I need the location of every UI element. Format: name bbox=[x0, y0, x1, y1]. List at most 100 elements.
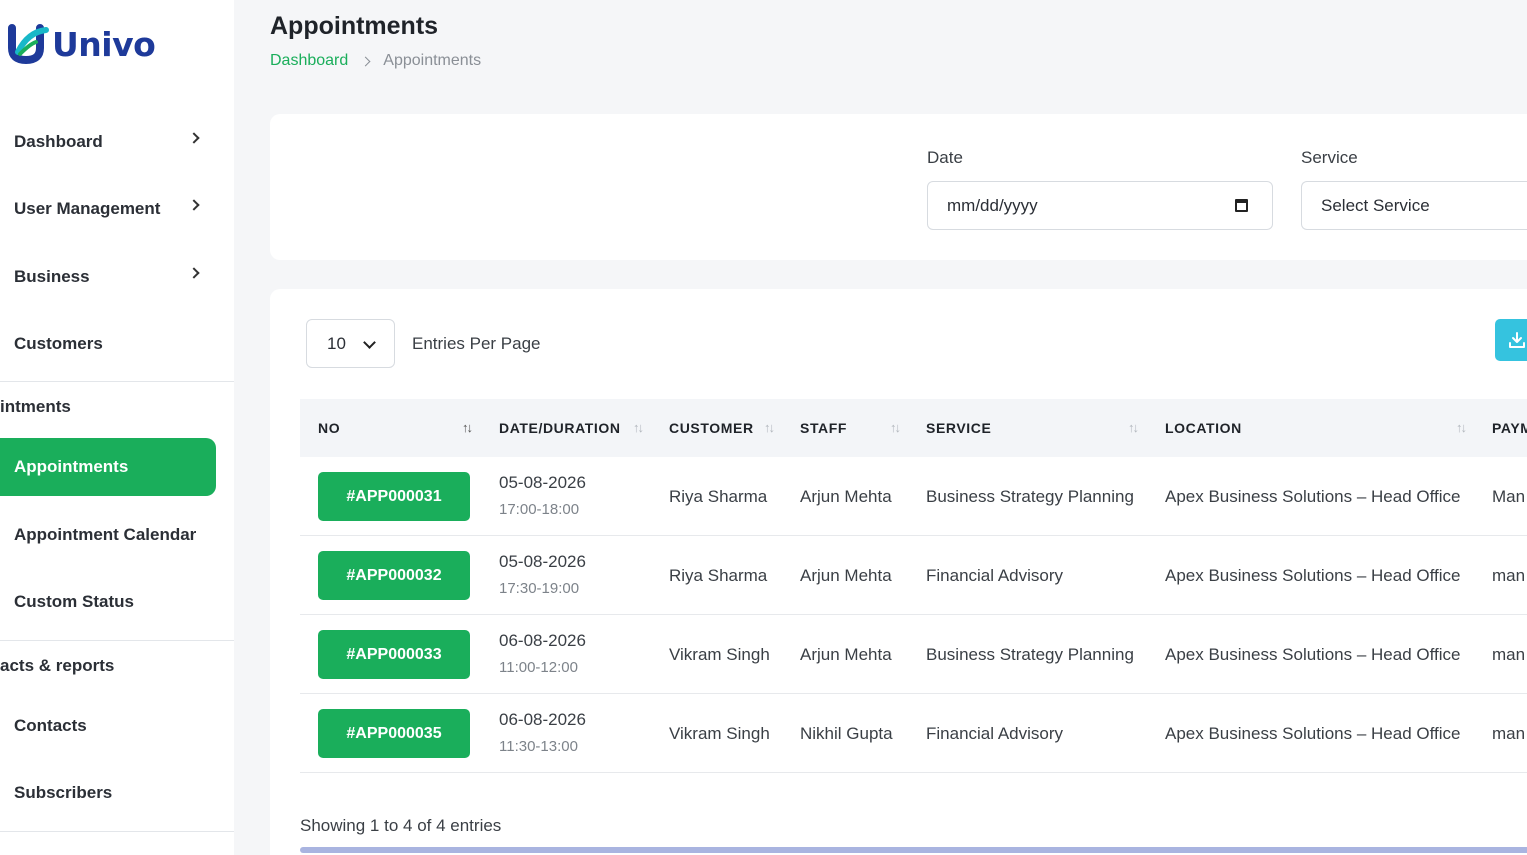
entries-per-page-label: Entries Per Page bbox=[412, 334, 541, 353]
sidebar-item-label: Appointments bbox=[14, 457, 129, 476]
staff-cell: Arjun Mehta bbox=[800, 487, 892, 506]
horizontal-scrollbar[interactable] bbox=[300, 847, 1527, 853]
appointment-date: 06-08-2026 bbox=[499, 631, 586, 650]
column-header-service[interactable]: SERVICE bbox=[926, 399, 991, 457]
sort-icon[interactable]: ↑↓ bbox=[462, 420, 473, 435]
sidebar-item-subscribers[interactable]: Subscribers bbox=[14, 773, 234, 813]
sidebar-item-contacts[interactable]: Contacts bbox=[14, 706, 234, 746]
sort-icon[interactable]: ↑↓ bbox=[1456, 420, 1467, 435]
staff-cell: Arjun Mehta bbox=[800, 645, 892, 664]
breadcrumb-home-link[interactable]: Dashboard bbox=[270, 52, 348, 70]
download-icon bbox=[1509, 332, 1525, 348]
appointments-table-card: 10 Entries Per Page NO ↑↓ DATE/DURATION … bbox=[270, 289, 1527, 855]
logo-mark-icon bbox=[7, 24, 49, 65]
column-header-payment[interactable]: PAYM bbox=[1492, 399, 1527, 457]
location-cell: Apex Business Solutions – Head Office bbox=[1165, 487, 1461, 506]
chevron-right-icon bbox=[188, 132, 200, 144]
brand-name: Univo bbox=[52, 24, 156, 64]
sidebar-item-user-management[interactable]: User Management bbox=[14, 189, 234, 229]
payment-cell: man bbox=[1492, 645, 1526, 664]
sidebar-divider bbox=[0, 640, 234, 641]
sidebar-item-label: Custom Status bbox=[14, 592, 134, 611]
payment-cell: Man bbox=[1492, 487, 1526, 506]
entries-per-page-select[interactable]: 10 bbox=[306, 319, 395, 368]
table-header: NO ↑↓ DATE/DURATION ↑↓ CUSTOMER ↑↓ STAFF… bbox=[300, 399, 1527, 457]
date-filter-input[interactable]: mm/dd/yyyy bbox=[927, 181, 1273, 230]
sidebar-item-customers[interactable]: Customers bbox=[14, 324, 234, 364]
sidebar-section-contacts: acts & reports bbox=[0, 656, 115, 675]
breadcrumb: Dashboard Appointments bbox=[270, 52, 481, 70]
date-filter-label: Date bbox=[927, 148, 963, 167]
appointment-duration: 11:30-13:00 bbox=[499, 738, 578, 755]
sort-icon[interactable]: ↑↓ bbox=[633, 420, 644, 435]
column-header-location[interactable]: LOCATION bbox=[1165, 399, 1242, 457]
service-select-value: Select Service bbox=[1321, 195, 1430, 215]
sidebar-item-label: Business bbox=[14, 267, 90, 286]
appointment-date: 06-08-2026 bbox=[499, 710, 586, 729]
sidebar-divider bbox=[0, 831, 234, 832]
sidebar: Univo Dashboard User Management Business… bbox=[0, 0, 234, 855]
filter-card: Date mm/dd/yyyy Service Select Service bbox=[270, 114, 1527, 260]
location-cell: Apex Business Solutions – Head Office bbox=[1165, 724, 1461, 743]
appointment-id-badge[interactable]: #APP000035 bbox=[318, 709, 470, 758]
sort-icon[interactable]: ↑↓ bbox=[1128, 420, 1139, 435]
staff-cell: Nikhil Gupta bbox=[800, 724, 893, 743]
table-row: #APP000032 05-08-2026 17:30-19:00 Riya S… bbox=[300, 536, 1527, 615]
sidebar-section-appointments: intments bbox=[0, 397, 71, 416]
sidebar-item-label: Customers bbox=[14, 334, 103, 353]
appointment-id-badge[interactable]: #APP000033 bbox=[318, 630, 470, 679]
location-cell: Apex Business Solutions – Head Office bbox=[1165, 566, 1461, 585]
staff-cell: Arjun Mehta bbox=[800, 566, 892, 585]
calendar-icon[interactable] bbox=[1235, 199, 1248, 212]
sidebar-item-label: Appointment Calendar bbox=[14, 525, 197, 544]
sidebar-item-label: User Management bbox=[14, 199, 161, 218]
payment-cell: man bbox=[1492, 724, 1526, 743]
customer-cell: Riya Sharma bbox=[669, 487, 768, 506]
appointment-duration: 11:00-12:00 bbox=[499, 659, 578, 676]
service-filter-label: Service bbox=[1301, 148, 1358, 167]
table-info-text: Showing 1 to 4 of 4 entries bbox=[300, 816, 502, 835]
chevron-down-icon bbox=[363, 336, 376, 349]
appointment-duration: 17:30-19:00 bbox=[499, 580, 580, 597]
customer-cell: Vikram Singh bbox=[669, 645, 770, 664]
column-header-no[interactable]: NO bbox=[318, 399, 340, 457]
chevron-right-icon bbox=[188, 199, 200, 211]
table-row: #APP000033 06-08-2026 11:00-12:00 Vikram… bbox=[300, 615, 1527, 694]
service-cell: Business Strategy Planning bbox=[926, 487, 1134, 506]
sidebar-item-business[interactable]: Business bbox=[14, 257, 234, 297]
sidebar-item-appointments[interactable]: Appointments bbox=[0, 438, 216, 496]
service-cell: Financial Advisory bbox=[926, 724, 1064, 743]
table-row: #APP000031 05-08-2026 17:00-18:00 Riya S… bbox=[300, 457, 1527, 536]
customer-cell: Vikram Singh bbox=[669, 724, 770, 743]
sidebar-divider bbox=[0, 381, 234, 382]
sort-icon[interactable]: ↑↓ bbox=[890, 420, 901, 435]
sidebar-item-appointment-calendar[interactable]: Appointment Calendar bbox=[14, 515, 234, 555]
chevron-right-icon bbox=[188, 267, 200, 279]
sidebar-item-label: Contacts bbox=[14, 716, 87, 735]
table-row: #APP000035 06-08-2026 11:30-13:00 Vikram… bbox=[300, 694, 1527, 773]
service-cell: Financial Advisory bbox=[926, 566, 1064, 585]
service-cell: Business Strategy Planning bbox=[926, 645, 1134, 664]
date-placeholder: mm/dd/yyyy bbox=[947, 195, 1038, 215]
brand-logo[interactable]: Univo bbox=[6, 22, 156, 66]
sidebar-item-label: Subscribers bbox=[14, 783, 113, 802]
service-select[interactable]: Select Service bbox=[1301, 181, 1527, 230]
column-header-staff[interactable]: STAFF bbox=[800, 399, 847, 457]
sidebar-item-dashboard[interactable]: Dashboard bbox=[14, 122, 234, 162]
chevron-right-icon bbox=[360, 56, 371, 66]
column-header-customer[interactable]: CUSTOMER bbox=[669, 399, 754, 457]
download-button[interactable] bbox=[1495, 319, 1527, 361]
breadcrumb-current: Appointments bbox=[383, 52, 482, 69]
page-title: Appointments bbox=[270, 12, 439, 40]
appointment-id-badge[interactable]: #APP000031 bbox=[318, 472, 470, 521]
appointment-date: 05-08-2026 bbox=[499, 473, 586, 492]
appointment-duration: 17:00-18:00 bbox=[499, 501, 580, 518]
sort-icon[interactable]: ↑↓ bbox=[764, 420, 775, 435]
appointment-id-badge[interactable]: #APP000032 bbox=[318, 551, 470, 600]
payment-cell: man bbox=[1492, 566, 1526, 585]
column-header-date[interactable]: DATE/DURATION bbox=[499, 399, 621, 457]
location-cell: Apex Business Solutions – Head Office bbox=[1165, 645, 1461, 664]
entries-select-value: 10 bbox=[327, 333, 346, 353]
sidebar-item-label: Dashboard bbox=[14, 132, 103, 151]
sidebar-item-custom-status[interactable]: Custom Status bbox=[14, 582, 234, 622]
